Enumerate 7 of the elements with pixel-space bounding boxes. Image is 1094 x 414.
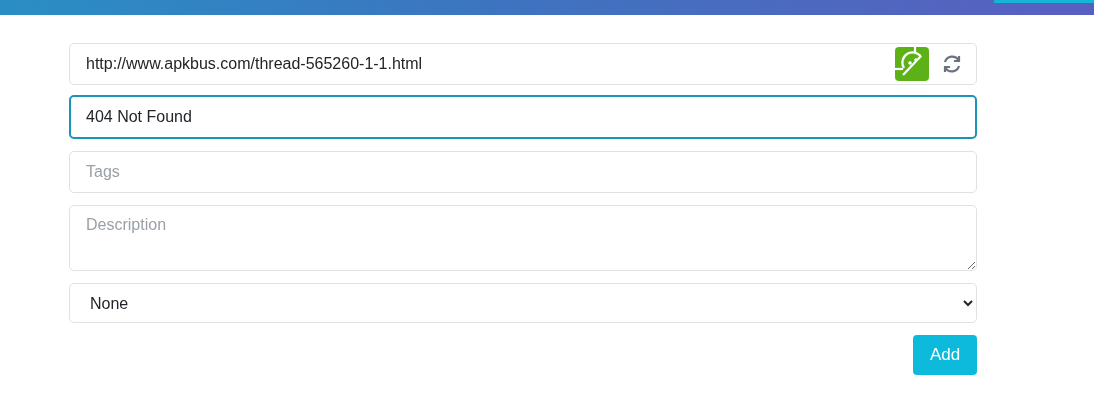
refresh-icon[interactable]	[941, 53, 963, 75]
category-select[interactable]: None	[69, 283, 977, 323]
title-field[interactable]: 404 Not Found	[69, 95, 977, 139]
tags-field[interactable]: Tags	[69, 151, 977, 193]
url-field[interactable]: http://www.apkbus.com/thread-565260-1-1.html	[69, 43, 977, 85]
android-app-icon[interactable]	[895, 47, 929, 81]
description-field[interactable]: Description	[69, 205, 977, 271]
